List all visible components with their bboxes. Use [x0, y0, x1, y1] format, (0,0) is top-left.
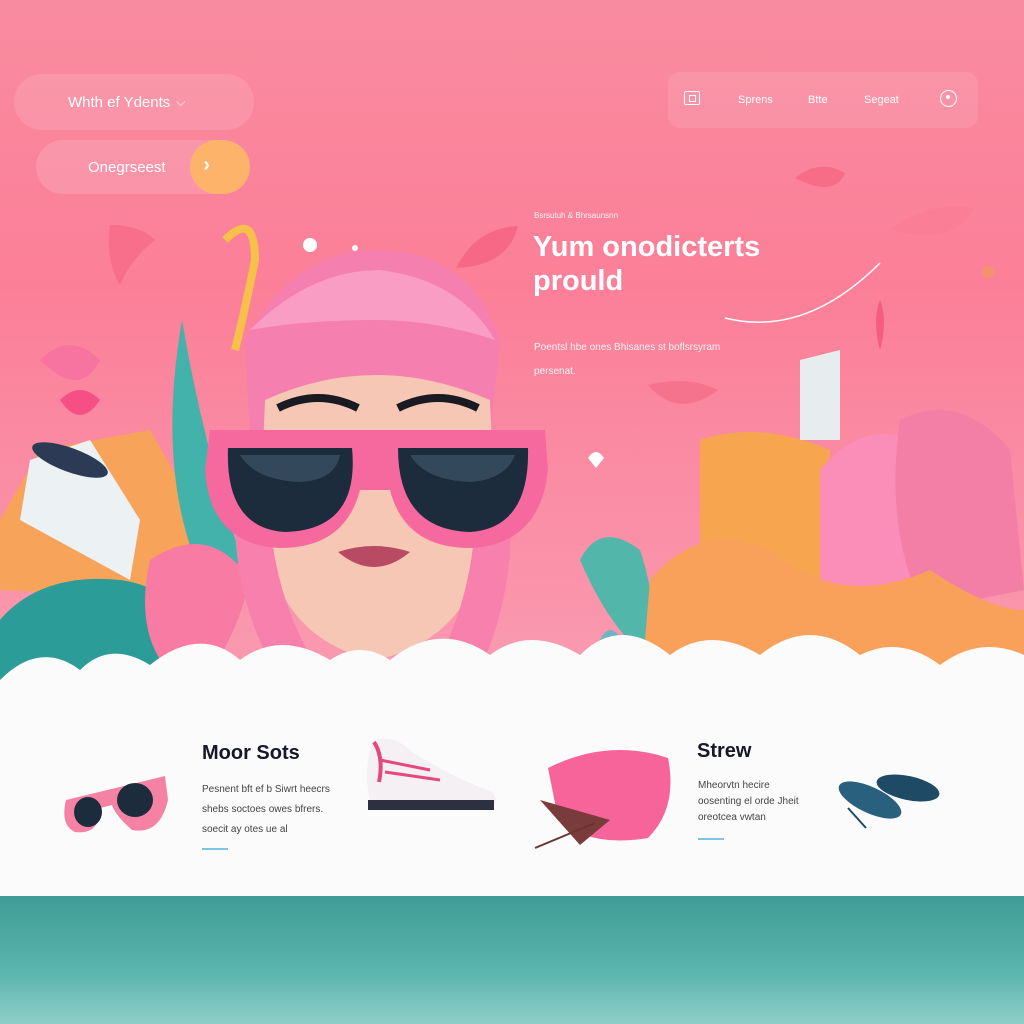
category-dropdown[interactable]: Whth ef Ydents ⌵ — [14, 74, 254, 130]
left-product-title[interactable]: Moor Sots — [202, 742, 300, 765]
sneaker-product[interactable] — [367, 738, 496, 810]
chevron-right-icon: › — [203, 154, 210, 176]
right-product-description: Mheorvtn hecire oosenting el orde Jheit … — [698, 780, 799, 823]
hero-subtext: Poentsl hbe ones Bhisanes st boflsrsyram… — [534, 342, 721, 377]
menu-item-1[interactable]: Sprens — [738, 94, 773, 106]
hero-headline: Yum onodicterts prould — [533, 231, 761, 297]
flats-product[interactable] — [834, 770, 942, 829]
right-accent-line — [698, 838, 724, 840]
right-product-title[interactable]: Strew — [697, 740, 751, 763]
hero-eyebrow: Bsrsutuh & Bhrsaunsnn — [534, 211, 619, 220]
cta-accent-blob — [190, 140, 250, 194]
menu-item-2[interactable]: Btte — [808, 94, 828, 106]
layout-icon[interactable] — [684, 91, 700, 105]
cta-button-label: Onegrseest — [88, 158, 166, 176]
cta-button[interactable]: Onegrseest › — [36, 140, 250, 194]
left-accent-line — [202, 848, 228, 850]
left-product-description: Pesnent bft ef b Siwrt heecrs shebs soct… — [202, 784, 330, 835]
chevron-down-icon: ⌵ — [176, 94, 186, 109]
category-dropdown-label: Whth ef Ydents — [68, 93, 171, 111]
user-icon[interactable] — [940, 90, 957, 107]
landing-page: Whth ef Ydents ⌵ Onegrseest › Sprens Btt… — [0, 0, 1024, 1024]
sunglasses-product[interactable] — [64, 776, 168, 833]
menu-item-3[interactable]: Segeat — [864, 94, 899, 106]
pink-cap-product[interactable] — [534, 750, 671, 849]
top-menu: Sprens Btte Segeat — [668, 72, 978, 128]
